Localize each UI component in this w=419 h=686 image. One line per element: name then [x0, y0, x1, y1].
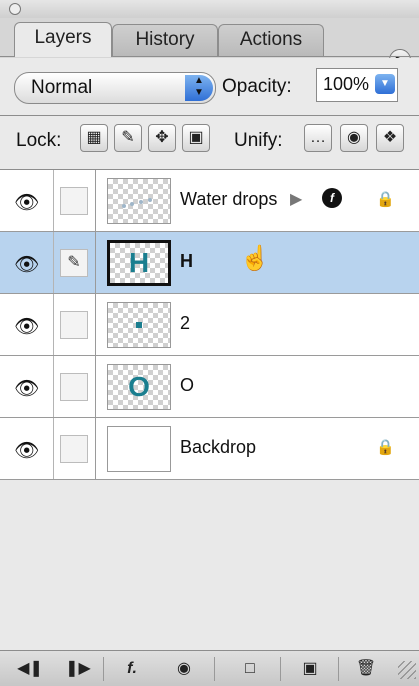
column-divider: [95, 356, 96, 417]
close-icon[interactable]: [9, 3, 21, 15]
layer-thumbnail[interactable]: O: [107, 364, 171, 410]
column-divider: [53, 232, 54, 293]
blend-mode-value: Normal: [31, 77, 93, 98]
toolbar-separator: [103, 657, 104, 681]
column-divider: [53, 170, 54, 231]
link-box[interactable]: [60, 187, 88, 215]
link-box[interactable]: [60, 435, 88, 463]
lock-transparent-pixels-icon[interactable]: ▦: [80, 124, 108, 152]
opacity-value: 100%: [323, 74, 370, 94]
layer-style-icon[interactable]: f.: [114, 657, 150, 681]
layers-bottom-toolbar: ◀❚ ❚▶ f. ◉ □ ▣ 🗑: [0, 650, 419, 686]
layer-row-o[interactable]: 👁 O O: [0, 356, 419, 418]
layer-name: H: [180, 251, 193, 271]
trash-icon[interactable]: 🗑: [348, 657, 384, 681]
toolbar-separator: [338, 657, 339, 681]
layer-name: O: [180, 375, 195, 395]
visibility-eye-icon[interactable]: 👁: [14, 376, 39, 401]
panel-titlebar[interactable]: [0, 0, 419, 18]
layer-row-water-drops[interactable]: 👁 Water drops ▶ f 🔒: [0, 170, 419, 232]
resize-grip-icon[interactable]: [398, 661, 416, 679]
lock-all-icon[interactable]: ▣: [182, 124, 210, 152]
layer-row-h[interactable]: 👁 ✎ H H ☝: [0, 232, 419, 294]
link-box[interactable]: [60, 311, 88, 339]
lock-icon: 🔒: [376, 191, 395, 208]
thumb-dot-icon: [136, 322, 142, 328]
water-drops-thumb-icon: [122, 198, 152, 208]
column-divider: [53, 356, 54, 417]
visibility-eye-icon[interactable]: 👁: [14, 252, 39, 277]
lock-label: Lock:: [16, 130, 62, 151]
layer-thumbnail[interactable]: H: [107, 240, 171, 286]
fx-icon: f: [322, 188, 342, 208]
unify-label: Unify:: [234, 130, 283, 151]
column-divider: [95, 294, 96, 355]
thumb-glyph: H: [128, 247, 150, 278]
brush-icon[interactable]: ✎: [60, 249, 88, 277]
unify-style-icon[interactable]: ❖: [376, 124, 404, 152]
add-mask-icon[interactable]: ◉: [166, 657, 202, 681]
layers-panel: Layers History Actions ▶ Normal ▲▼ Opaci…: [0, 0, 419, 686]
unify-position-icon[interactable]: …: [304, 124, 332, 152]
layer-thumbnail[interactable]: [107, 426, 171, 472]
column-divider: [95, 418, 96, 479]
panel-tabs: Layers History Actions ▶: [0, 18, 419, 71]
opacity-field[interactable]: 100% ▼: [316, 68, 398, 102]
visibility-eye-icon[interactable]: 👁: [14, 190, 39, 215]
column-divider: [53, 418, 54, 479]
lock-icon: 🔒: [376, 439, 395, 456]
toolbar-separator: [280, 657, 281, 681]
lock-image-pixels-icon[interactable]: ✎: [114, 124, 142, 152]
new-layer-icon[interactable]: ▣: [292, 657, 328, 681]
link-box[interactable]: [60, 373, 88, 401]
opacity-dropdown-icon[interactable]: ▼: [375, 74, 395, 94]
opacity-label: Opacity:: [222, 76, 292, 97]
blend-mode-select[interactable]: Normal ▲ ▼: [14, 72, 216, 104]
layer-name: 2: [180, 313, 191, 333]
layer-thumbnail[interactable]: [107, 178, 171, 224]
layer-row-backdrop[interactable]: 👁 Backdrop 🔒: [0, 418, 419, 480]
visibility-eye-icon[interactable]: 👁: [14, 438, 39, 463]
thumb-glyph: O: [128, 371, 150, 402]
previous-frame-icon[interactable]: ◀❚: [12, 657, 48, 681]
layer-name: Backdrop: [180, 437, 257, 457]
layers-list: 👁 Water drops ▶ f 🔒 👁 ✎ H H ☝ 👁 2 👁 O O …: [0, 170, 419, 650]
column-divider: [53, 294, 54, 355]
lock-position-icon[interactable]: ✥: [148, 124, 176, 152]
visibility-eye-icon[interactable]: 👁: [14, 314, 39, 339]
tab-history[interactable]: History: [112, 24, 218, 57]
layer-options: Normal ▲ ▼ Opacity: 100% ▼ Lock: ▦ ✎ ✥ ▣ …: [0, 58, 419, 170]
column-divider: [95, 232, 96, 293]
blend-arrows-icon: ▲ ▼: [185, 75, 213, 101]
unify-visibility-icon[interactable]: ◉: [340, 124, 368, 152]
expand-effects-icon[interactable]: ▶: [290, 189, 302, 209]
toolbar-separator: [214, 657, 215, 681]
new-group-icon[interactable]: □: [232, 657, 268, 681]
options-divider: [0, 115, 419, 116]
hand-cursor-icon: ☝: [240, 245, 270, 272]
column-divider: [95, 170, 96, 231]
next-frame-icon[interactable]: ❚▶: [60, 657, 96, 681]
tab-actions[interactable]: Actions: [218, 24, 324, 57]
layer-row-2[interactable]: 👁 2: [0, 294, 419, 356]
layer-name: Water drops: [180, 189, 278, 209]
tab-layers[interactable]: Layers: [14, 22, 112, 57]
layer-thumbnail[interactable]: [107, 302, 171, 348]
